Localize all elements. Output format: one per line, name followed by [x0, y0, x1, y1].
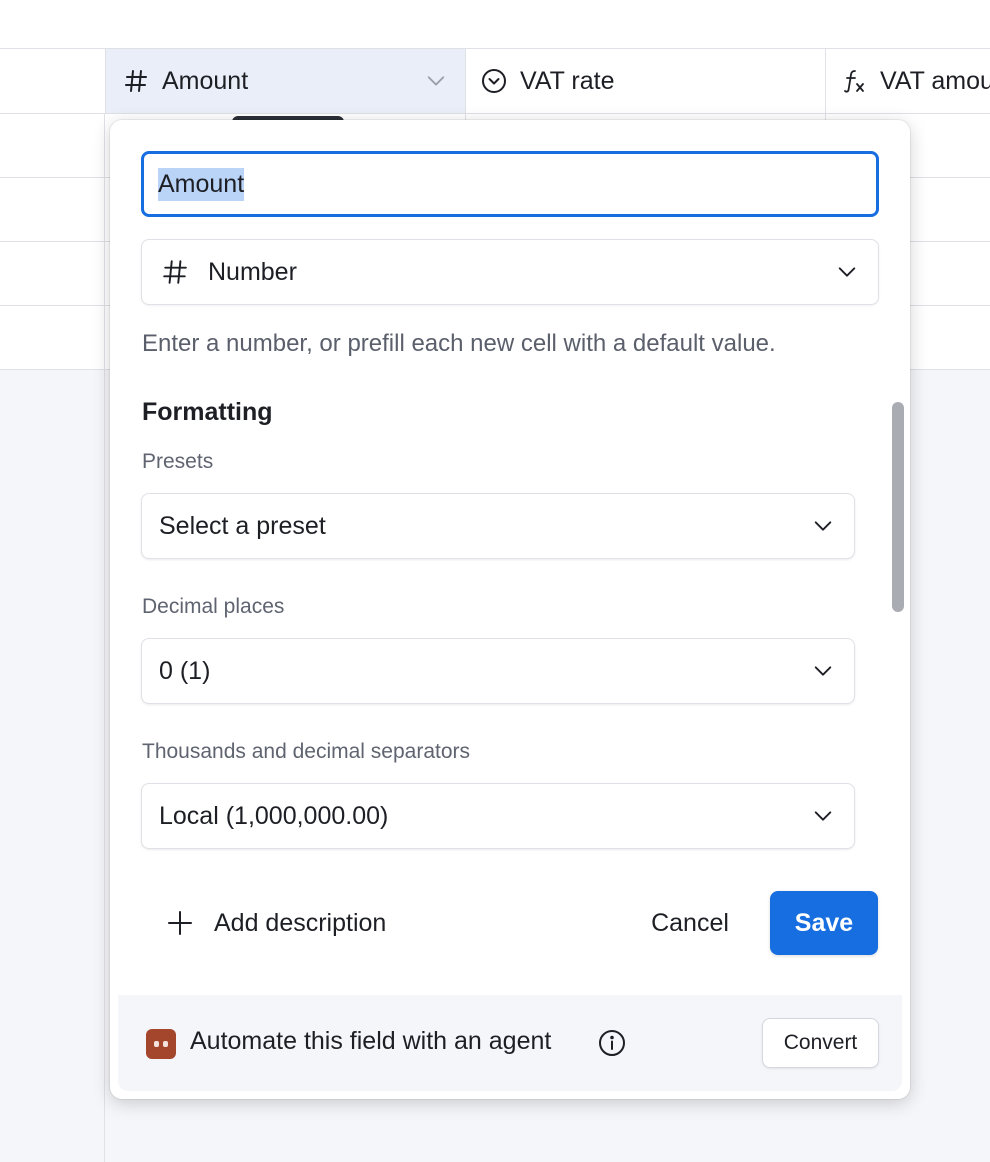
decimal-places-value: 0 (1) [159, 656, 211, 685]
formula-icon [840, 67, 868, 95]
hash-icon [162, 259, 188, 285]
chevron-down-icon [836, 261, 858, 283]
field-type-select[interactable]: Number [141, 239, 879, 305]
cancel-button[interactable]: Cancel [630, 891, 750, 955]
add-description-label: Add description [214, 908, 387, 937]
convert-button[interactable]: Convert [762, 1018, 879, 1068]
presets-label: Presets [142, 450, 214, 473]
chevron-down-icon[interactable] [425, 69, 447, 98]
column-header-label: Amount [162, 66, 249, 95]
agent-footer: Automate this field with an agent Conver… [118, 995, 902, 1091]
grid-header-row: Amount VAT rate VAT amou [0, 48, 990, 114]
field-type-label: Number [208, 257, 297, 286]
toolbar-area [0, 0, 990, 48]
presets-select[interactable]: Select a preset [141, 493, 855, 559]
chevron-down-icon [812, 805, 834, 827]
field-name-value[interactable]: Amount [158, 167, 245, 201]
agent-prompt-text: Automate this field with an agent [190, 1027, 552, 1055]
field-type-description: Enter a number, or prefill each new cell… [142, 330, 776, 357]
add-description-button[interactable]: Add description [166, 890, 386, 956]
agent-icon-eye [154, 1041, 159, 1047]
single-select-icon [480, 67, 508, 95]
decimal-places-label: Decimal places [142, 595, 285, 618]
column-header-label: VAT rate [520, 66, 615, 95]
plus-icon [166, 909, 194, 937]
presets-value: Select a preset [159, 511, 326, 540]
scrollbar-thumb[interactable] [892, 402, 904, 612]
column-header-vat-amount[interactable]: VAT amou [825, 49, 990, 113]
decimal-places-select[interactable]: 0 (1) [141, 638, 855, 704]
column-header-amount[interactable]: Amount [105, 49, 465, 113]
info-icon[interactable] [598, 1029, 626, 1057]
separators-value: Local (1,000,000.00) [159, 801, 389, 830]
field-name-input[interactable]: Amount [141, 151, 879, 217]
save-button[interactable]: Save [770, 891, 878, 955]
separators-select[interactable]: Local (1,000,000.00) [141, 783, 855, 849]
separators-label: Thousands and decimal separators [142, 740, 471, 763]
column-header-vat-rate[interactable]: VAT rate [465, 49, 825, 113]
agent-icon [146, 1029, 176, 1059]
hash-icon [122, 67, 150, 95]
chevron-down-icon [812, 660, 834, 682]
field-editor-popup: Amount Number Enter a number, or prefill… [110, 120, 910, 1099]
formatting-heading: Formatting [142, 398, 273, 426]
chevron-down-icon [812, 515, 834, 537]
column-header-label: VAT amou [880, 66, 990, 95]
agent-icon-eye [163, 1041, 168, 1047]
column-divider [104, 114, 105, 1162]
